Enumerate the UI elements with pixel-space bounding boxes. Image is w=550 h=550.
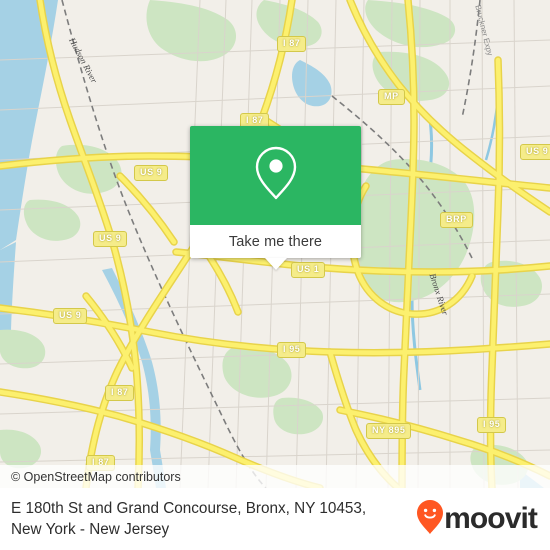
highway-shield: I 87 [105,385,135,401]
highway-shield: US 9 [93,231,128,247]
highway-shield: US 1 [291,262,326,278]
address-line-2: New York - New Jersey [11,521,170,538]
location-popup-card[interactable]: Take me there [190,126,361,270]
footer-bar: E 180th St and Grand Concourse, Bronx, N… [0,488,550,550]
popup-header [190,126,361,225]
osm-attribution-text: © OpenStreetMap contributors [11,469,181,484]
highway-shield: US 9 [53,308,88,324]
highway-shield: US 9 [134,165,169,181]
highway-shield: MP [378,89,405,105]
highway-shield: I 95 [477,417,507,433]
address-line-1: E 180th St and Grand Concourse, Bronx, N… [11,500,367,517]
highway-shield: I 95 [277,342,307,358]
moovit-wordmark: moovit [444,502,538,535]
popup-pointer [264,258,287,270]
popup-action-bar[interactable]: Take me there [190,225,361,270]
highway-shield: BRP [440,212,473,228]
moovit-logo[interactable]: moovit [417,499,550,539]
moovit-smiley-pin-icon [417,499,444,539]
highway-shield: NY 895 [366,423,412,439]
highway-shield: US 9 [520,144,550,160]
osm-attribution: © OpenStreetMap contributors [0,465,550,488]
map-pin-icon [253,144,299,207]
take-me-there-label: Take me there [228,233,323,250]
highway-shield: I 87 [277,36,307,52]
address-block: E 180th St and Grand Concourse, Bronx, N… [0,498,417,540]
moovit-map-screenshot: I 87 MP I 87 US 9 US 9 BRP US 9 US 1 US … [0,0,550,550]
